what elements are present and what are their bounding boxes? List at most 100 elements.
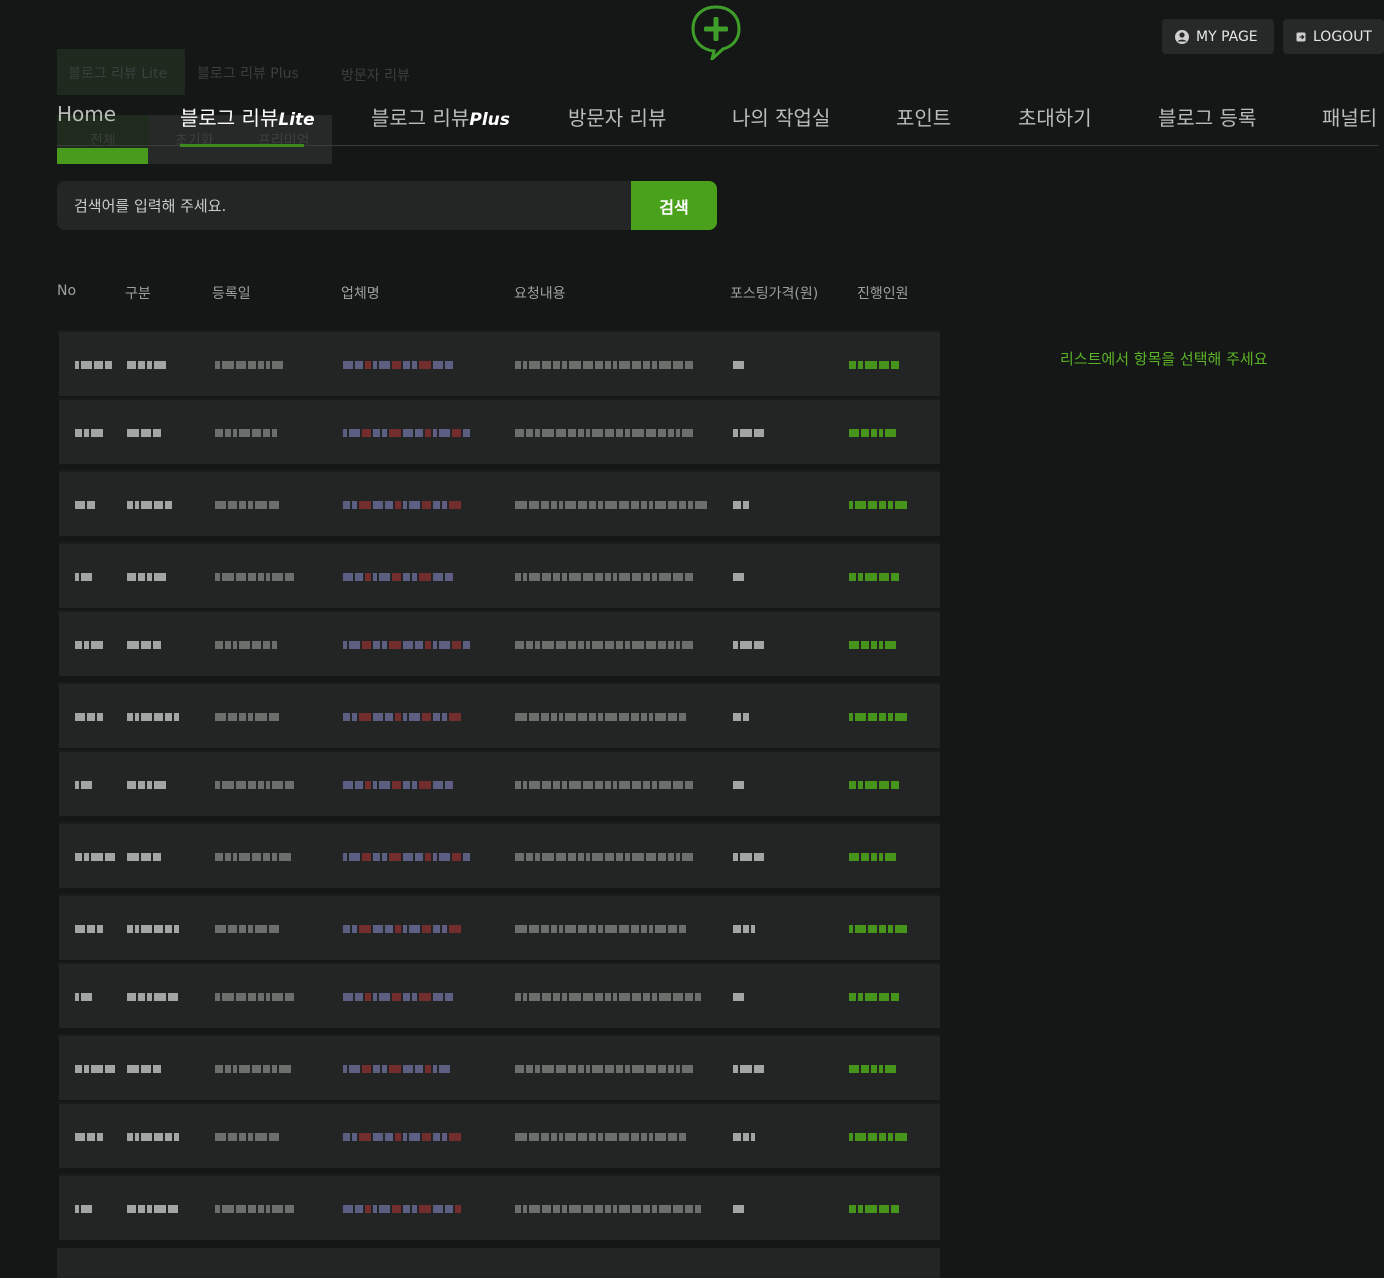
redacted-block bbox=[385, 713, 393, 721]
redacted-block bbox=[225, 853, 231, 861]
redacted-block bbox=[616, 853, 623, 861]
redacted-block bbox=[733, 641, 738, 649]
redacted-block bbox=[225, 1065, 231, 1073]
redacted-block bbox=[81, 361, 92, 369]
redacted-block bbox=[141, 853, 151, 861]
redacted-block bbox=[551, 1133, 557, 1141]
redacted-block bbox=[463, 853, 470, 861]
table-row[interactable] bbox=[59, 752, 940, 816]
redacted-block bbox=[239, 853, 250, 861]
redacted-block bbox=[556, 853, 566, 861]
nav-blog-register[interactable]: 블로그 등록 bbox=[1158, 102, 1256, 131]
nav-penalty-label: 패널티 bbox=[1322, 106, 1378, 130]
redacted-block bbox=[641, 925, 647, 933]
redacted-block bbox=[349, 853, 360, 861]
redacted-block bbox=[676, 429, 680, 437]
nav-penalty[interactable]: 패널티 bbox=[1322, 102, 1377, 131]
redacted-cell bbox=[343, 992, 453, 1002]
table-row-partial[interactable] bbox=[57, 1248, 940, 1278]
redacted-block bbox=[619, 781, 630, 789]
nav-blog-review-lite[interactable]: 블로그 리뷰Lite bbox=[180, 102, 315, 131]
redacted-block bbox=[222, 993, 234, 1001]
redacted-block bbox=[252, 1065, 261, 1073]
redacted-cell bbox=[215, 992, 294, 1002]
nav-plus-suffix: Plus bbox=[469, 110, 510, 130]
redacted-block bbox=[568, 853, 576, 861]
redacted-block bbox=[343, 361, 353, 369]
table-row[interactable] bbox=[59, 1036, 940, 1100]
redacted-block bbox=[409, 713, 420, 721]
logout-button[interactable]: LOGOUT bbox=[1283, 19, 1384, 54]
redacted-block bbox=[659, 993, 671, 1001]
redacted-block bbox=[553, 781, 560, 789]
nav-invite[interactable]: 초대하기 bbox=[1018, 102, 1092, 131]
logo-chat-plus-icon[interactable] bbox=[690, 4, 742, 60]
table-row[interactable] bbox=[59, 896, 940, 960]
col-company-name: 업체명 bbox=[341, 286, 380, 302]
redacted-block bbox=[565, 501, 576, 509]
nav-home[interactable]: Home bbox=[57, 102, 116, 126]
table-row[interactable] bbox=[59, 544, 940, 608]
redacted-block bbox=[885, 1065, 896, 1073]
redacted-block bbox=[147, 361, 152, 369]
redacted-block bbox=[445, 781, 453, 789]
table-row[interactable] bbox=[59, 400, 940, 464]
nav-my-workroom[interactable]: 나의 작업실 bbox=[732, 102, 830, 131]
redacted-block bbox=[849, 713, 853, 721]
table-row[interactable] bbox=[59, 332, 940, 396]
redacted-block bbox=[452, 429, 461, 437]
redacted-block bbox=[385, 925, 393, 933]
redacted-block bbox=[855, 1133, 866, 1141]
table-row[interactable] bbox=[59, 1104, 940, 1168]
redacted-block bbox=[403, 781, 410, 789]
redacted-block bbox=[682, 641, 693, 649]
redacted-block bbox=[658, 641, 666, 649]
table-row[interactable] bbox=[59, 612, 940, 676]
redacted-block bbox=[373, 993, 377, 1001]
redacted-block bbox=[215, 925, 226, 933]
table-row[interactable] bbox=[59, 1176, 940, 1240]
redacted-block bbox=[248, 993, 256, 1001]
redacted-block bbox=[174, 925, 179, 933]
search-button[interactable]: 검색 bbox=[631, 181, 717, 230]
redacted-block bbox=[595, 993, 603, 1001]
nav-blog-review-plus[interactable]: 블로그 리뷰Plus bbox=[371, 102, 510, 131]
redacted-block bbox=[515, 853, 524, 861]
redacted-block bbox=[586, 641, 590, 649]
search-input[interactable] bbox=[57, 181, 631, 230]
redacted-block bbox=[583, 993, 593, 1001]
redacted-block bbox=[526, 429, 533, 437]
redacted-block bbox=[215, 713, 226, 721]
redacted-block bbox=[523, 1205, 527, 1213]
redacted-block bbox=[343, 641, 347, 649]
table-row[interactable] bbox=[59, 964, 940, 1028]
redacted-block bbox=[452, 641, 461, 649]
redacted-cell bbox=[343, 780, 453, 790]
table-row[interactable] bbox=[59, 684, 940, 748]
nav-visitor-review[interactable]: 방문자 리뷰 bbox=[568, 102, 666, 131]
redacted-block bbox=[127, 1205, 136, 1213]
redacted-block bbox=[589, 501, 596, 509]
redacted-block bbox=[248, 713, 253, 721]
nav-points[interactable]: 포인트 bbox=[896, 102, 951, 131]
redacted-cell bbox=[75, 360, 112, 370]
redacted-block bbox=[135, 1133, 139, 1141]
my-page-button[interactable]: MY PAGE bbox=[1162, 19, 1274, 54]
redacted-block bbox=[616, 429, 623, 437]
table-row[interactable] bbox=[59, 824, 940, 888]
redacted-block bbox=[625, 641, 630, 649]
redacted-block bbox=[679, 713, 686, 721]
redacted-block bbox=[682, 1065, 693, 1073]
redacted-block bbox=[343, 1065, 347, 1073]
redacted-block bbox=[568, 429, 576, 437]
redacted-block bbox=[412, 781, 417, 789]
redacted-block bbox=[515, 1133, 527, 1141]
redacted-block bbox=[97, 925, 103, 933]
redacted-block bbox=[733, 1065, 738, 1073]
redacted-block bbox=[138, 573, 145, 581]
nav-my-workroom-label: 나의 작업실 bbox=[732, 106, 831, 130]
col-request: 요청내용 bbox=[514, 286, 566, 302]
redacted-block bbox=[649, 925, 653, 933]
table-row[interactable] bbox=[59, 472, 940, 536]
ghost-filter-premium: 프리미엄 bbox=[258, 133, 310, 149]
